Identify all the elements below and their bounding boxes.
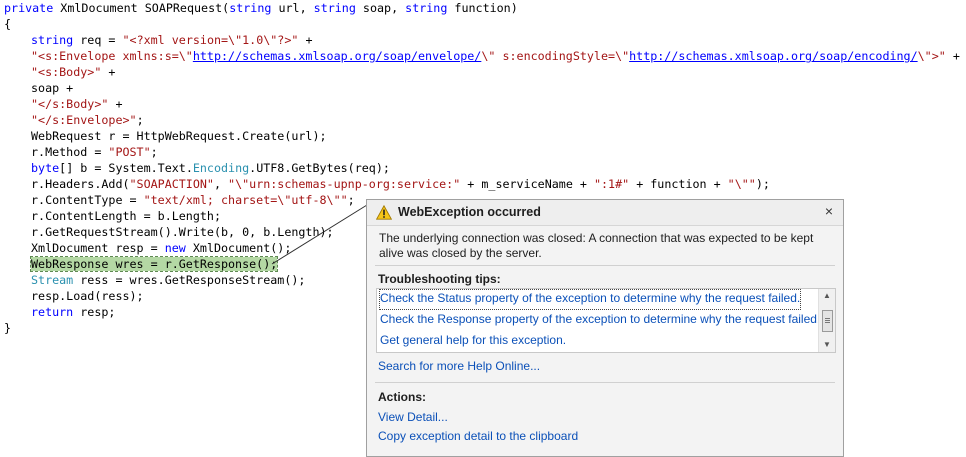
scroll-up-arrow-icon[interactable]: ▲ (819, 289, 835, 303)
grip-line (825, 318, 830, 319)
string-literal: \">" (917, 49, 946, 63)
keyword: string (313, 1, 356, 15)
code-line-20: return resp; (31, 304, 115, 320)
code-line-8: "</s:Envelope>"; (31, 112, 144, 128)
search-help-online-link[interactable]: Search for more Help Online... (378, 359, 540, 373)
type-name: Stream (31, 273, 74, 287)
code-line-15: r.GetRequestStream().Write(b, 0, b.Lengt… (31, 225, 334, 239)
divider (375, 265, 835, 266)
keyword: string (31, 33, 74, 47)
keyword: new (164, 241, 186, 255)
warning-icon (376, 205, 392, 220)
scroll-down-arrow-icon[interactable]: ▼ (819, 338, 835, 352)
grip-line (825, 322, 830, 323)
string-literal: \" s:encodingStyle=\" (481, 49, 630, 63)
scroll-thumb[interactable] (822, 310, 833, 332)
code-text: + (945, 49, 960, 63)
code-line-18: Stream ress = wres.GetResponseStream(); (31, 272, 305, 288)
code-text: url, (271, 1, 314, 15)
type-name: Encoding (192, 161, 250, 175)
code-line-4: "<s:Envelope xmlns:s=\"http://schemas.xm… (31, 48, 960, 64)
code-line-7: "</s:Body>" + (31, 96, 122, 112)
keyword: string (229, 1, 272, 15)
dialog-title-bar[interactable]: WebException occurred × (367, 200, 843, 226)
code-text: r.Method = (31, 145, 109, 159)
code-text: ress = wres.GetResponseStream(); (73, 273, 306, 287)
code-text: r.Headers.Add( (31, 177, 130, 191)
code-line-9: WebRequest r = HttpWebRequest.Create(url… (31, 129, 327, 143)
copy-exception-detail-link[interactable]: Copy exception detail to the clipboard (378, 429, 578, 443)
code-line-19: resp.Load(ress); (31, 289, 144, 303)
grip-line (825, 320, 830, 321)
exception-highlight: WebResponse wres = r.GetResponse(); (29, 256, 279, 272)
keyword: private (4, 1, 54, 15)
code-text: XmlDocument resp = (31, 241, 165, 255)
code-text: + (298, 33, 313, 47)
code-line-10: r.Method = "POST"; (31, 144, 158, 160)
code-line-21: } (4, 321, 12, 335)
tips-scrollbar[interactable]: ▲ ▼ (818, 289, 835, 352)
divider (375, 382, 835, 383)
code-text: ; (136, 113, 144, 127)
string-literal: "SOAPACTION" (129, 177, 214, 191)
url-link[interactable]: http://schemas.xmlsoap.org/soap/envelope… (193, 49, 482, 63)
code-text: r.ContentType = (31, 193, 144, 207)
code-text: XmlDocument(); (185, 241, 292, 255)
string-literal: "\"urn:schemas-upnp-org:service:" (228, 177, 461, 191)
tip-link-status[interactable]: Check the Status property of the excepti… (378, 289, 802, 310)
code-line-13: r.ContentType = "text/xml; charset=\"utf… (31, 192, 355, 208)
string-literal: ":1#" (593, 177, 630, 191)
code-text: + (108, 97, 123, 111)
string-literal: "text/xml; charset=\"utf-8\"" (143, 193, 348, 207)
code-text: soap, (355, 1, 406, 15)
string-literal: "</s:Body>" (31, 97, 109, 111)
troubleshooting-heading: Troubleshooting tips: (378, 272, 501, 286)
code-text: , (213, 177, 229, 191)
code-line-12: r.Headers.Add("SOAPACTION", "\"urn:schem… (31, 176, 770, 192)
code-text: .UTF8.GetBytes(req); (249, 161, 390, 175)
tip-link-response[interactable]: Check the Response property of the excep… (380, 311, 820, 330)
code-line-2: { (4, 17, 12, 31)
string-literal: "<?xml version=\"1.0\"?>" (122, 33, 299, 47)
view-detail-link[interactable]: View Detail... (378, 410, 448, 424)
code-line-5: "<s:Body>" + (31, 64, 115, 80)
string-literal: "<s:Body>" (31, 65, 102, 79)
troubleshooting-tips-list[interactable]: Check the Status property of the excepti… (376, 288, 836, 353)
code-text: resp; (73, 305, 116, 319)
url-link[interactable]: http://schemas.xmlsoap.org/soap/encoding… (629, 49, 918, 63)
code-text: ; (347, 193, 355, 207)
string-literal: "\"" (727, 177, 756, 191)
code-line-17-exception: WebResponse wres = r.GetResponse(); (29, 256, 279, 272)
code-line-6: soap + (31, 81, 74, 95)
code-line-11: byte[] b = System.Text.Encoding.UTF8.Get… (31, 160, 390, 176)
code-text: + m_serviceName + (460, 177, 594, 191)
string-literal: "<s:Envelope xmlns:s=\" (31, 49, 193, 63)
code-line-1: private XmlDocument SOAPRequest(string u… (4, 0, 518, 16)
code-text: [] b = System.Text. (59, 161, 193, 175)
dialog-title: WebException occurred (398, 205, 541, 219)
code-text: XmlDocument SOAPRequest( (53, 1, 230, 15)
code-text: + (101, 65, 116, 79)
code-text: function) (447, 1, 518, 15)
code-text: ); (755, 177, 770, 191)
code-line-3: string req = "<?xml version=\"1.0\"?>" + (31, 32, 313, 48)
string-literal: "POST" (108, 145, 151, 159)
code-line-14: r.ContentLength = b.Length; (31, 209, 221, 223)
string-literal: "</s:Envelope>" (31, 113, 137, 127)
exception-assistant-dialog: WebException occurred × The underlying c… (366, 199, 844, 457)
keyword: byte (31, 161, 60, 175)
keyword: string (405, 1, 448, 15)
code-line-16: XmlDocument resp = new XmlDocument(); (31, 240, 291, 256)
code-text: req = (73, 33, 123, 47)
keyword: return (31, 305, 74, 319)
exception-message: The underlying connection was closed: A … (379, 231, 814, 260)
code-text: + function + (629, 177, 728, 191)
close-icon[interactable]: × (821, 203, 837, 219)
code-text: ; (150, 145, 158, 159)
actions-heading: Actions: (378, 390, 426, 404)
tip-link-general-help[interactable]: Get general help for this exception. (380, 332, 566, 351)
